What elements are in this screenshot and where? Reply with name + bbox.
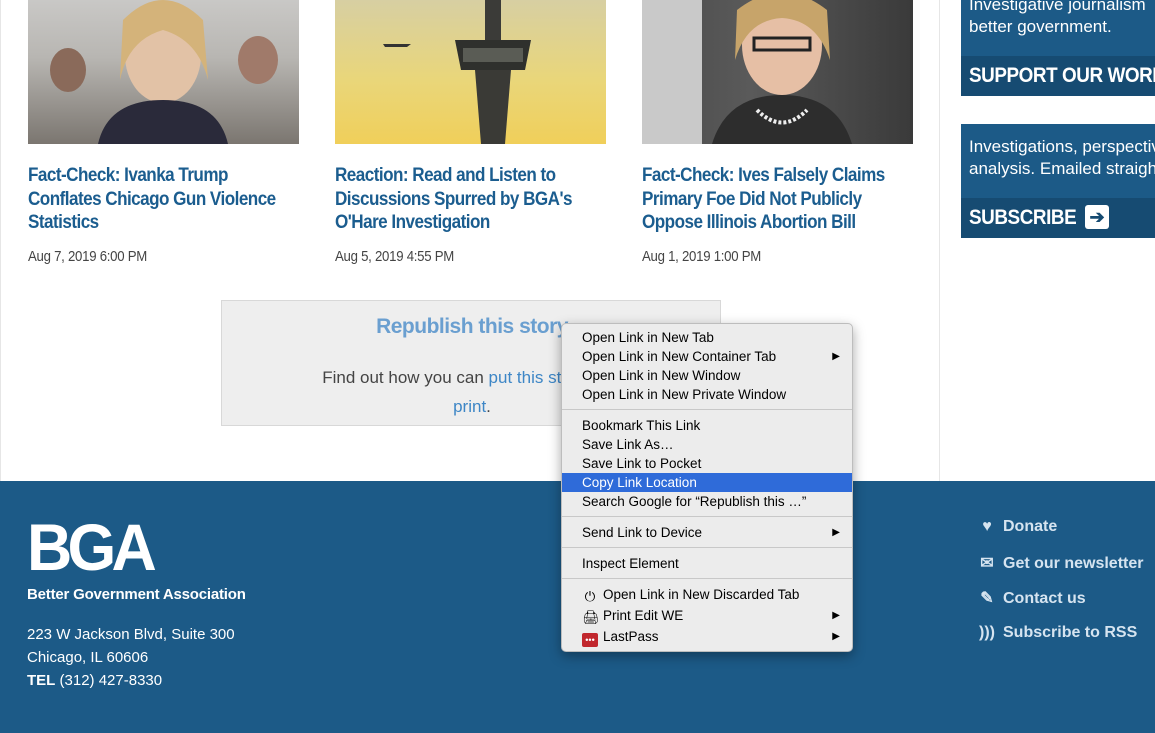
article-date: Aug 1, 2019 1:00 PM — [642, 248, 762, 265]
menu-item-search-google[interactable]: Search Google for “Republish this …” — [562, 492, 852, 511]
subscribe-line2: analysis. Emailed straight — [969, 159, 1155, 178]
menu-item-open-discarded-tab[interactable]: ⏻ Open Link in New Discarded Tab — [562, 585, 852, 604]
tel-number: (312) 427-8330 — [59, 672, 163, 689]
submenu-arrow-icon: ▶ — [832, 351, 840, 362]
menu-separator — [562, 516, 852, 517]
context-menu: Open Link in New Tab Open Link in New Co… — [561, 323, 853, 652]
footer-link-label: Contact us — [1003, 590, 1086, 607]
article-image[interactable] — [335, 0, 606, 144]
lastpass-icon: ••• — [582, 633, 598, 647]
support-promo[interactable]: Investigative journalism better governme… — [961, 0, 1155, 96]
submenu-arrow-icon: ▶ — [832, 610, 840, 621]
article-card[interactable]: Fact-Check: Ivanka Trump Conflates Chica… — [28, 0, 299, 265]
printer-icon: 🖨 — [582, 610, 600, 625]
menu-item-bookmark-link[interactable]: Bookmark This Link — [562, 416, 852, 435]
article-card[interactable]: Fact-Check: Ives Falsely Claims Primary … — [642, 0, 913, 265]
article-title[interactable]: Fact-Check: Ives Falsely Claims Primary … — [642, 164, 912, 235]
article-image[interactable] — [28, 0, 299, 144]
menu-item-print-edit[interactable]: 🖨 Print Edit WE ▶ — [562, 606, 852, 625]
menu-separator — [562, 409, 852, 410]
org-name: Better Government Association — [27, 586, 246, 603]
support-button[interactable]: SUPPORT OUR WORK — [961, 56, 1155, 96]
menu-separator — [562, 547, 852, 548]
menu-item-save-link-as[interactable]: Save Link As… — [562, 435, 852, 454]
article-title[interactable]: Reaction: Read and Listen to Discussions… — [335, 164, 605, 235]
menu-item-open-new-window[interactable]: Open Link in New Window — [562, 366, 852, 385]
support-line1: Investigative journalism — [969, 0, 1146, 14]
support-button-label: SUPPORT OUR WORK — [969, 64, 1155, 87]
menu-item-open-private-window[interactable]: Open Link in New Private Window — [562, 385, 852, 404]
article-image[interactable] — [642, 0, 913, 144]
footer-link-label: Subscribe to RSS — [1003, 624, 1138, 641]
telephone: TEL (312) 427-8330 — [27, 672, 162, 689]
menu-item-label: Print Edit WE — [603, 608, 684, 623]
pencil-icon: ✎ — [980, 590, 994, 607]
menu-item-save-to-pocket[interactable]: Save Link to Pocket — [562, 454, 852, 473]
support-line2: better government. — [969, 17, 1112, 36]
menu-item-lastpass[interactable]: ••• LastPass ▶ — [562, 627, 852, 647]
menu-separator — [562, 578, 852, 579]
subscribe-button-label: SUBSCRIBE — [969, 206, 1077, 229]
footer-link-rss[interactable]: ))) Subscribe to RSS — [977, 624, 1137, 642]
subscribe-line1: Investigations, perspective — [969, 137, 1155, 156]
menu-item-label: Open Link in New Discarded Tab — [603, 587, 800, 602]
footer-link-label: Get our newsletter — [1003, 555, 1144, 572]
footer-link-contact[interactable]: ✎ Contact us — [977, 588, 1086, 608]
address-line1: 223 W Jackson Blvd, Suite 300 — [27, 626, 235, 643]
heart-icon: ♥ — [982, 518, 992, 535]
footer-link-label: Donate — [1003, 518, 1058, 535]
submenu-arrow-icon: ▶ — [832, 631, 840, 642]
menu-item-open-container-tab[interactable]: Open Link in New Container Tab ▶ — [562, 347, 852, 366]
footer-link-newsletter[interactable]: ✉ Get our newsletter — [977, 553, 1143, 573]
menu-item-send-to-device[interactable]: Send Link to Device ▶ — [562, 523, 852, 542]
article-card[interactable]: Reaction: Read and Listen to Discussions… — [335, 0, 606, 265]
menu-item-label: Send Link to Device — [582, 525, 703, 540]
address-line2: Chicago, IL 60606 — [27, 649, 149, 666]
menu-item-inspect-element[interactable]: Inspect Element — [562, 554, 852, 573]
rss-icon: ))) — [979, 624, 995, 641]
article-title[interactable]: Fact-Check: Ivanka Trump Conflates Chica… — [28, 164, 298, 235]
subscribe-button[interactable]: SUBSCRIBE ➔ — [961, 198, 1155, 238]
footer-link-donate[interactable]: ♥ Donate — [977, 518, 1057, 536]
power-icon: ⏻ — [584, 589, 596, 604]
article-date: Aug 7, 2019 6:00 PM — [28, 248, 148, 265]
bga-logo[interactable]: BGA — [27, 514, 157, 580]
envelope-icon: ✉ — [980, 555, 994, 572]
menu-item-label: Open Link in New Container Tab — [582, 349, 777, 364]
subscribe-promo[interactable]: Investigations, perspective analysis. Em… — [961, 124, 1155, 238]
article-date: Aug 5, 2019 4:55 PM — [335, 248, 455, 265]
republish-link-cont[interactable]: print — [453, 397, 486, 416]
submenu-arrow-icon: ▶ — [832, 527, 840, 538]
menu-item-open-new-tab[interactable]: Open Link in New Tab — [562, 328, 852, 347]
tel-label: TEL — [27, 672, 56, 689]
menu-item-copy-link-location[interactable]: Copy Link Location — [562, 473, 852, 492]
republish-suffix: . — [486, 397, 491, 416]
arrow-right-icon: ➔ — [1085, 205, 1109, 229]
republish-text: Find out how you can — [322, 368, 489, 387]
menu-item-label: LastPass — [603, 629, 659, 644]
